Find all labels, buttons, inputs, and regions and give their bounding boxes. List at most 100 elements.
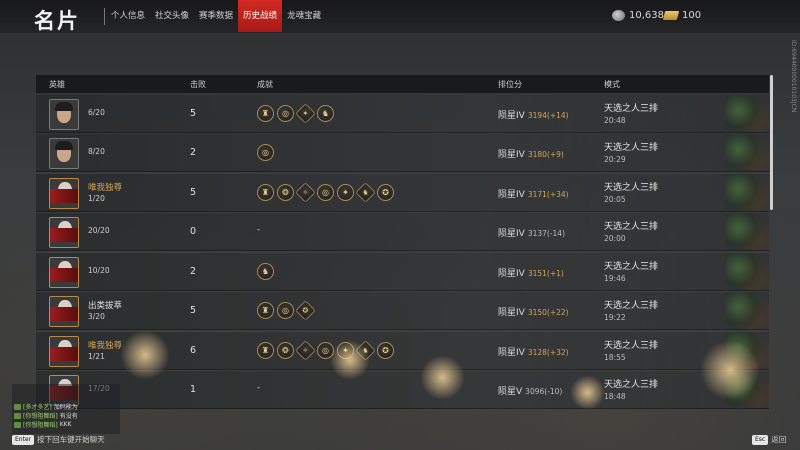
tower-achievement-icon[interactable]: ♞ bbox=[257, 262, 274, 280]
match-time: 20:05 bbox=[604, 194, 626, 204]
col-achievements: 成就 bbox=[257, 80, 273, 89]
match-time: 20:29 bbox=[604, 155, 626, 164]
chat-line: [你想阻舞蹈] 有没有 bbox=[14, 411, 78, 420]
top-bar: 名片 个人信息 社交头像 赛季数据 历史战绩 龙魂宝藏 10,638 100 bbox=[0, 0, 800, 33]
rank-tier: 陨星IV bbox=[498, 308, 525, 318]
gold-amount: 100 bbox=[682, 10, 702, 21]
game-mode: 天选之人三排 bbox=[604, 301, 659, 311]
silver-coin-icon bbox=[612, 10, 625, 21]
placement: 1/20 bbox=[88, 193, 105, 203]
silver-currency: 10,638 bbox=[612, 10, 664, 21]
tab-personal-info[interactable]: 个人信息 bbox=[106, 0, 150, 32]
achievement-list: ♜❂✧◎✦♞✪ bbox=[257, 339, 394, 361]
hero-avatar bbox=[49, 335, 79, 367]
row-decoration bbox=[725, 173, 769, 211]
row-decoration bbox=[725, 292, 769, 329]
rank-tier: 陨星V bbox=[498, 387, 523, 397]
gold-currency: 100 bbox=[662, 10, 702, 21]
shield-achievement-icon[interactable]: ♜ bbox=[257, 341, 274, 359]
swirl-achievement-icon[interactable]: ❂ bbox=[277, 183, 294, 201]
match-time: 19:46 bbox=[604, 273, 626, 283]
table-row[interactable]: 20/20 0 - 陨星IV 3137(-14) 天选之人三排 20:00 bbox=[36, 213, 769, 251]
spiral-achievement-icon[interactable]: ◎ bbox=[277, 302, 294, 319]
match-time: 20:00 bbox=[604, 234, 626, 243]
chat-hint[interactable]: Enter 按下回车键开始聊天 bbox=[12, 434, 105, 445]
table-row[interactable]: 出类拔萃 3/20 5 ♜ ◎ ✪ 陨星IV 3150(+22) 天选之人三排 19:22 bbox=[36, 292, 769, 330]
placement: 6/20 bbox=[88, 107, 105, 117]
tab-season-data[interactable]: 赛季数据 bbox=[194, 0, 238, 32]
crest-achievement-icon[interactable]: ✦ bbox=[295, 102, 316, 124]
score-value: 3151(+1) bbox=[527, 268, 564, 278]
bokeh-light bbox=[330, 340, 370, 380]
bokeh-light bbox=[420, 355, 465, 400]
score-value: 3194(+14) bbox=[527, 110, 569, 120]
esc-key-icon: Esc bbox=[752, 434, 769, 445]
placement: 8/20 bbox=[88, 147, 105, 156]
score-value: 3137(-14) bbox=[527, 229, 566, 238]
back-button[interactable]: Esc 返回 bbox=[752, 434, 786, 445]
player-title: 唯我独尊 bbox=[88, 182, 123, 193]
game-mode: 天选之人三排 bbox=[604, 222, 659, 232]
rank-score: 陨星IV 3128(+32) bbox=[498, 345, 569, 358]
hero-avatar bbox=[49, 177, 79, 209]
kill-count: 5 bbox=[190, 305, 197, 316]
match-time: 20:48 bbox=[604, 115, 626, 125]
rank-tier: 陨星IV bbox=[498, 268, 525, 279]
table-header: 英雄 击败 成就 排位分 模式 bbox=[36, 75, 769, 93]
hero-avatar bbox=[49, 296, 79, 327]
shield-achievement-icon[interactable]: ♜ bbox=[257, 104, 274, 122]
gold-ingot-icon bbox=[662, 11, 680, 20]
col-kills: 击败 bbox=[190, 80, 206, 89]
table-row[interactable]: 8/20 2 ◎ 陨星IV 3180(+9) 天选之人三排 20:29 bbox=[36, 134, 769, 172]
claw-achievement-icon[interactable]: ✧ bbox=[295, 181, 316, 203]
pin-achievement-icon[interactable]: ✪ bbox=[377, 183, 394, 201]
rank-tier: 陨星IV bbox=[498, 347, 525, 358]
no-achievement: - bbox=[257, 225, 261, 235]
rank-score: 陨星IV 3194(+14) bbox=[498, 108, 569, 121]
game-mode: 天选之人三排 bbox=[604, 143, 659, 153]
match-time: 19:22 bbox=[604, 313, 626, 322]
row-decoration bbox=[725, 134, 769, 171]
chat-line: [多才多艺] 加码能为 bbox=[14, 402, 80, 411]
swirl-achievement-icon[interactable]: ❂ bbox=[277, 341, 294, 359]
shield-achievement-icon[interactable]: ♜ bbox=[257, 183, 274, 201]
tab-dragon-treasure[interactable]: 龙魂宝藏 bbox=[282, 0, 326, 32]
bokeh-light bbox=[120, 330, 170, 380]
chat-box[interactable]: [多才多艺] 加码能为 [你想阻舞蹈] 有没有 [你想阻舞蹈] KKK bbox=[12, 384, 120, 434]
achievement-list: ♞ bbox=[257, 262, 274, 280]
silver-amount: 10,638 bbox=[629, 10, 664, 21]
placement: 3/20 bbox=[88, 312, 105, 321]
achievement-list: ◎ bbox=[257, 144, 274, 161]
table-row[interactable]: 唯我独尊 1/20 5 ♜ ❂ ✧ ◎ ✦ ♞ ✪ 陨星IV 3171(+34) 天选之人三排 20:05 bbox=[36, 173, 769, 212]
pin-achievement-icon[interactable]: ✪ bbox=[377, 341, 394, 359]
placement: 10/20 bbox=[88, 265, 110, 275]
match-time: 18:55 bbox=[604, 352, 626, 362]
rank-tier: 陨星IV bbox=[498, 110, 525, 121]
enter-key-icon: Enter bbox=[12, 434, 35, 445]
rank-tier: 陨星IV bbox=[498, 229, 525, 239]
score-value: 3180(+9) bbox=[527, 150, 564, 159]
row-decoration bbox=[725, 94, 769, 132]
tab-social-avatar[interactable]: 社交头像 bbox=[150, 0, 194, 32]
tower-achievement-icon[interactable]: ♞ bbox=[317, 104, 334, 122]
table-row[interactable]: 6/20 5 ♜ ◎ ✦ ♞ 陨星IV 3194(+14) 天选之人三排 20:48 bbox=[36, 94, 769, 133]
kill-count: 6 bbox=[190, 344, 197, 356]
table-row[interactable]: 10/20 2 ♞ 陨星IV 3151(+1) 天选之人三排 19:46 bbox=[36, 252, 769, 291]
player-title: 出类拔萃 bbox=[88, 301, 123, 311]
crest-achievement-icon[interactable]: ✦ bbox=[337, 183, 354, 201]
tab-match-history[interactable]: 历史战绩 bbox=[238, 0, 283, 32]
claw-achievement-icon[interactable]: ✧ bbox=[295, 339, 316, 361]
tower-achievement-icon[interactable]: ♞ bbox=[355, 181, 376, 203]
pin-achievement-icon[interactable]: ✪ bbox=[295, 300, 316, 321]
table-scrollbar[interactable] bbox=[770, 75, 773, 210]
bokeh-light bbox=[570, 375, 605, 410]
col-mode: 模式 bbox=[604, 80, 620, 89]
shield-achievement-icon[interactable]: ♜ bbox=[257, 302, 274, 319]
no-achievement: - bbox=[257, 383, 261, 393]
spiral-achievement-icon[interactable]: ◎ bbox=[277, 104, 294, 122]
row-decoration bbox=[725, 252, 769, 290]
rank-score: 陨星IV 3171(+34) bbox=[498, 187, 569, 200]
chat-channel-icon bbox=[14, 403, 21, 410]
spiral-achievement-icon[interactable]: ◎ bbox=[257, 144, 274, 161]
spiral-achievement-icon[interactable]: ◎ bbox=[317, 183, 334, 201]
